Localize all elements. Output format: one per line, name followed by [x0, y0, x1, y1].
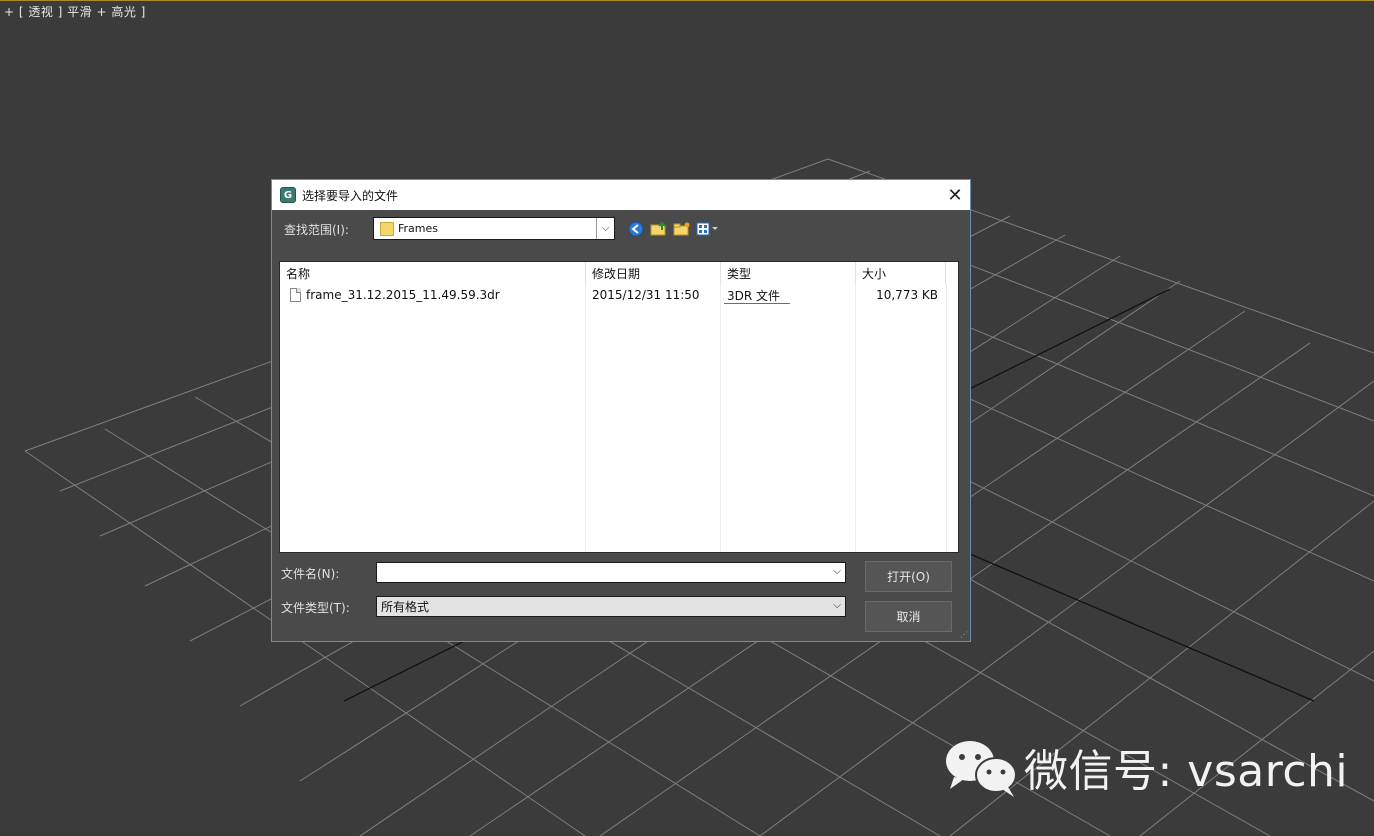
- back-icon: [628, 221, 644, 237]
- filename-input[interactable]: ⌵: [376, 562, 846, 583]
- viewport-label[interactable]: + [ 透视 ] 平滑 + 高光 ]: [4, 3, 146, 20]
- up-folder-button[interactable]: [649, 220, 669, 238]
- sort-ascending-icon: ^: [428, 261, 437, 269]
- chevron-down-icon[interactable]: ⌵: [833, 600, 841, 611]
- chevron-down-icon[interactable]: ⌵: [833, 566, 841, 577]
- close-button[interactable]: ✕: [940, 180, 970, 210]
- import-file-dialog: G 选择要导入的文件 ✕ 查找范围(I): Frames ⌵ 名称 ^ 修改日期…: [271, 179, 971, 642]
- wechat-logo-icon: [946, 741, 1017, 797]
- resize-grip-icon[interactable]: ⋰: [960, 631, 968, 639]
- lookin-value: Frames: [398, 222, 439, 235]
- file-name: frame_31.12.2015_11.49.59.3dr: [306, 288, 500, 302]
- lookin-dropdown[interactable]: Frames ⌵: [373, 217, 615, 240]
- file-icon: [290, 288, 301, 302]
- column-divider: [946, 284, 947, 552]
- wechat-watermark: 微信号: vsarchi: [944, 735, 1348, 799]
- dialog-toolbar: [626, 220, 724, 238]
- dialog-title: 选择要导入的文件: [302, 188, 399, 203]
- lookin-label-row: 查找范围(I):: [284, 217, 349, 241]
- column-header-type[interactable]: 类型: [721, 262, 856, 284]
- filetype-label: 文件类型(T):: [281, 601, 350, 615]
- open-button[interactable]: 打开(O): [865, 561, 952, 592]
- column-header-modified[interactable]: 修改日期: [586, 262, 721, 284]
- filename-label: 文件名(N):: [281, 567, 340, 581]
- new-folder-icon: [673, 222, 690, 236]
- column-header-size-label: 大小: [862, 266, 887, 281]
- watermark-text: 微信号: vsarchi: [1024, 746, 1349, 797]
- folder-icon: [380, 221, 394, 236]
- filetype-select[interactable]: 所有格式 ⌵: [376, 596, 846, 617]
- column-header-size[interactable]: 大小: [856, 262, 946, 284]
- up-folder-icon: [650, 221, 666, 236]
- close-icon: ✕: [947, 184, 963, 206]
- filetype-value: 所有格式: [381, 600, 430, 614]
- open-button-label: 打开(O): [887, 570, 930, 584]
- column-header-name[interactable]: 名称 ^: [280, 262, 586, 284]
- column-divider: [585, 284, 586, 552]
- chevron-down-icon[interactable]: ⌵: [596, 218, 614, 239]
- file-modified-cell: 2015/12/31 11:50: [592, 288, 700, 302]
- cancel-button[interactable]: 取消: [865, 601, 952, 632]
- column-header-type-label: 类型: [727, 266, 752, 281]
- app-icon: G: [280, 187, 296, 203]
- cancel-button-label: 取消: [896, 610, 921, 624]
- column-header-modified-label: 修改日期: [592, 266, 641, 281]
- annotation-underline: [724, 303, 790, 304]
- view-menu-button[interactable]: [695, 220, 721, 238]
- lookin-label: 查找范围(I):: [284, 222, 349, 237]
- view-menu-icon: [696, 222, 718, 236]
- file-size-cell: 10,773 KB: [876, 288, 938, 302]
- new-folder-button[interactable]: [672, 220, 692, 238]
- file-type-cell: 3DR 文件: [727, 288, 781, 303]
- column-divider: [720, 284, 721, 552]
- file-row[interactable]: frame_31.12.2015_11.49.59.3dr 2015/12/31…: [280, 286, 958, 304]
- file-list[interactable]: 名称 ^ 修改日期 类型 大小 frame_31.12.2015_11.49.5…: [279, 261, 959, 553]
- column-divider: [855, 284, 856, 552]
- back-button[interactable]: [626, 220, 646, 238]
- column-header-name-label: 名称: [286, 266, 311, 281]
- dialog-titlebar[interactable]: G 选择要导入的文件 ✕: [272, 180, 970, 210]
- file-name-cell: frame_31.12.2015_11.49.59.3dr: [290, 286, 500, 304]
